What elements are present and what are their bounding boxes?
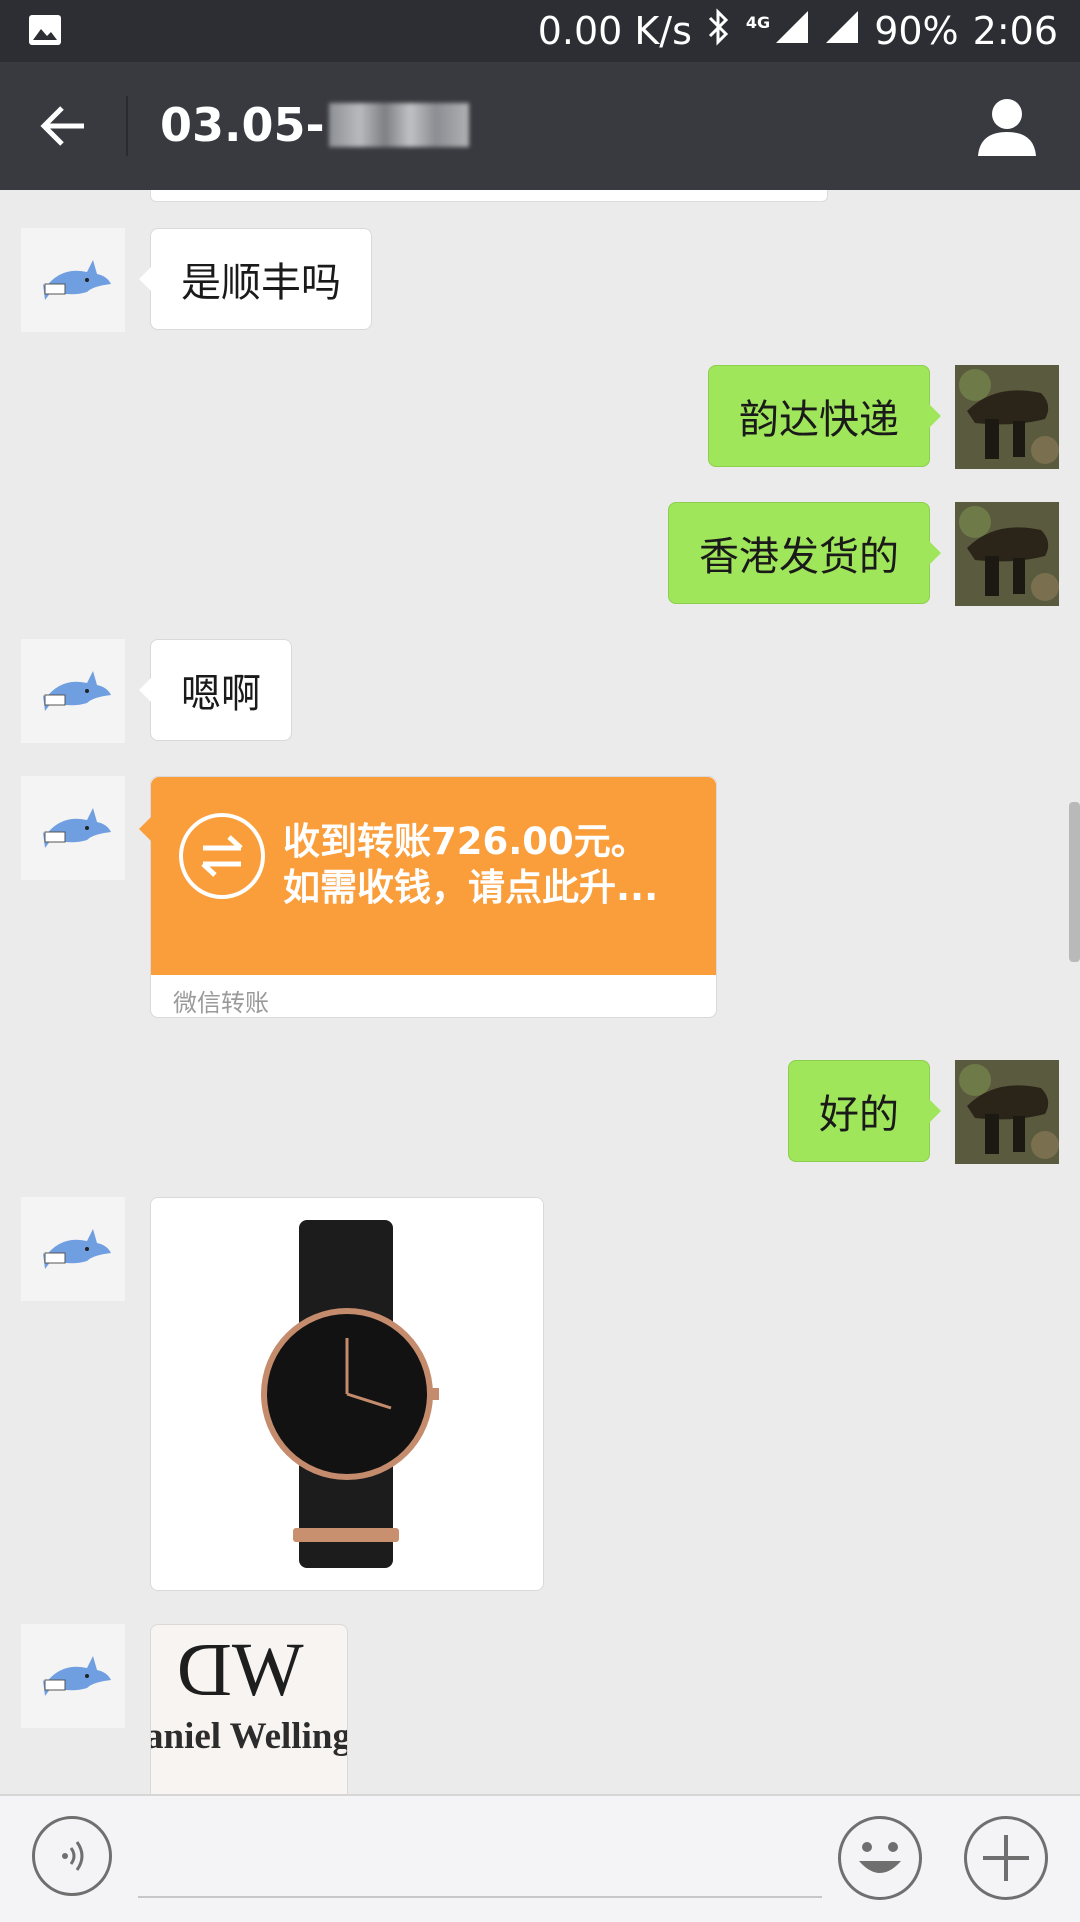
- signal-icon-2: [824, 9, 860, 54]
- dw-logo: DW: [177, 1627, 304, 1714]
- header-divider: [126, 96, 128, 156]
- dw-logo-letter-d: D: [177, 1628, 232, 1712]
- transfer-hint-text: 如需收钱，请点此升...: [283, 866, 659, 909]
- plus-icon: [983, 1835, 1029, 1881]
- message-input[interactable]: [138, 1826, 822, 1898]
- transfer-card[interactable]: 收到转账726.00元。 如需收钱，请点此升... 微信转账: [139, 776, 717, 1018]
- clock: 2:06: [972, 9, 1058, 53]
- mushroom-photo-icon: [955, 365, 1059, 469]
- my-avatar[interactable]: [955, 1060, 1059, 1164]
- transfer-source-label: 微信转账: [173, 989, 269, 1017]
- more-options-button[interactable]: [964, 1816, 1048, 1900]
- message-text: 香港发货的: [699, 534, 899, 580]
- dw-logo-letter-w: W: [231, 1628, 304, 1712]
- blurred-name: [328, 103, 469, 147]
- message-list[interactable]: 是顺丰吗 韵达快递 香港发货的 嗯啊 收到转账726.00元。 如需收钱，请点此…: [0, 190, 1080, 1794]
- brand-name-text: aniel Wellingt: [150, 1716, 348, 1757]
- shark-icon: [43, 260, 111, 300]
- image-message[interactable]: DW aniel Wellingt: [150, 1624, 348, 1794]
- received-message[interactable]: 是顺丰吗: [139, 228, 372, 330]
- network-type: 4G: [745, 12, 771, 32]
- contact-avatar[interactable]: [21, 1197, 125, 1301]
- message-text: 韵达快递: [739, 397, 899, 443]
- mushroom-photo-icon: [955, 502, 1059, 606]
- message-text: 嗯啊: [181, 671, 261, 717]
- previous-message-card: [150, 190, 828, 202]
- sent-message[interactable]: 好的: [788, 1060, 941, 1162]
- my-avatar[interactable]: [955, 365, 1059, 469]
- contact-avatar[interactable]: [21, 228, 125, 332]
- received-message[interactable]: 嗯啊: [139, 639, 292, 741]
- input-bar: [0, 1794, 1080, 1922]
- chat-info-button[interactable]: [972, 92, 1042, 162]
- sent-message[interactable]: 韵达快递: [708, 365, 941, 467]
- sent-message[interactable]: 香港发货的: [668, 502, 941, 604]
- transfer-arrows-icon: [179, 813, 265, 899]
- battery-level: 90%: [874, 9, 959, 53]
- network-speed: 0.00 K/s: [537, 9, 692, 53]
- chat-title-text: 03.05-: [160, 98, 325, 152]
- mushroom-photo-icon: [955, 1060, 1059, 1164]
- shark-icon: [43, 1656, 111, 1696]
- message-text: 好的: [819, 1092, 899, 1138]
- voice-input-button[interactable]: [32, 1816, 112, 1896]
- contact-avatar[interactable]: [21, 1624, 125, 1728]
- my-avatar[interactable]: [955, 502, 1059, 606]
- shark-icon: [43, 1229, 111, 1269]
- message-text: 是顺丰吗: [181, 260, 341, 306]
- contact-avatar[interactable]: [21, 776, 125, 880]
- gallery-notification-icon: [28, 14, 62, 50]
- arrow-left-icon: [40, 106, 84, 146]
- signal-icon-1: [774, 9, 810, 54]
- shark-icon: [43, 808, 111, 848]
- voice-icon: [62, 1841, 84, 1871]
- image-message[interactable]: [150, 1197, 544, 1591]
- emoji-button[interactable]: [838, 1816, 922, 1900]
- contact-avatar[interactable]: [21, 639, 125, 743]
- chat-title: 03.05-: [160, 98, 469, 152]
- bluetooth-icon: [706, 7, 732, 55]
- back-button[interactable]: [38, 100, 90, 152]
- watch-image: [151, 1198, 543, 1590]
- status-bar: 0.00 K/s 4G 90% 2:06: [0, 0, 1080, 62]
- shark-icon: [43, 671, 111, 711]
- scrollbar[interactable]: [1069, 802, 1080, 962]
- chat-header: 03.05-: [0, 62, 1080, 190]
- smiley-icon: [859, 1842, 901, 1873]
- person-icon: [978, 99, 1036, 156]
